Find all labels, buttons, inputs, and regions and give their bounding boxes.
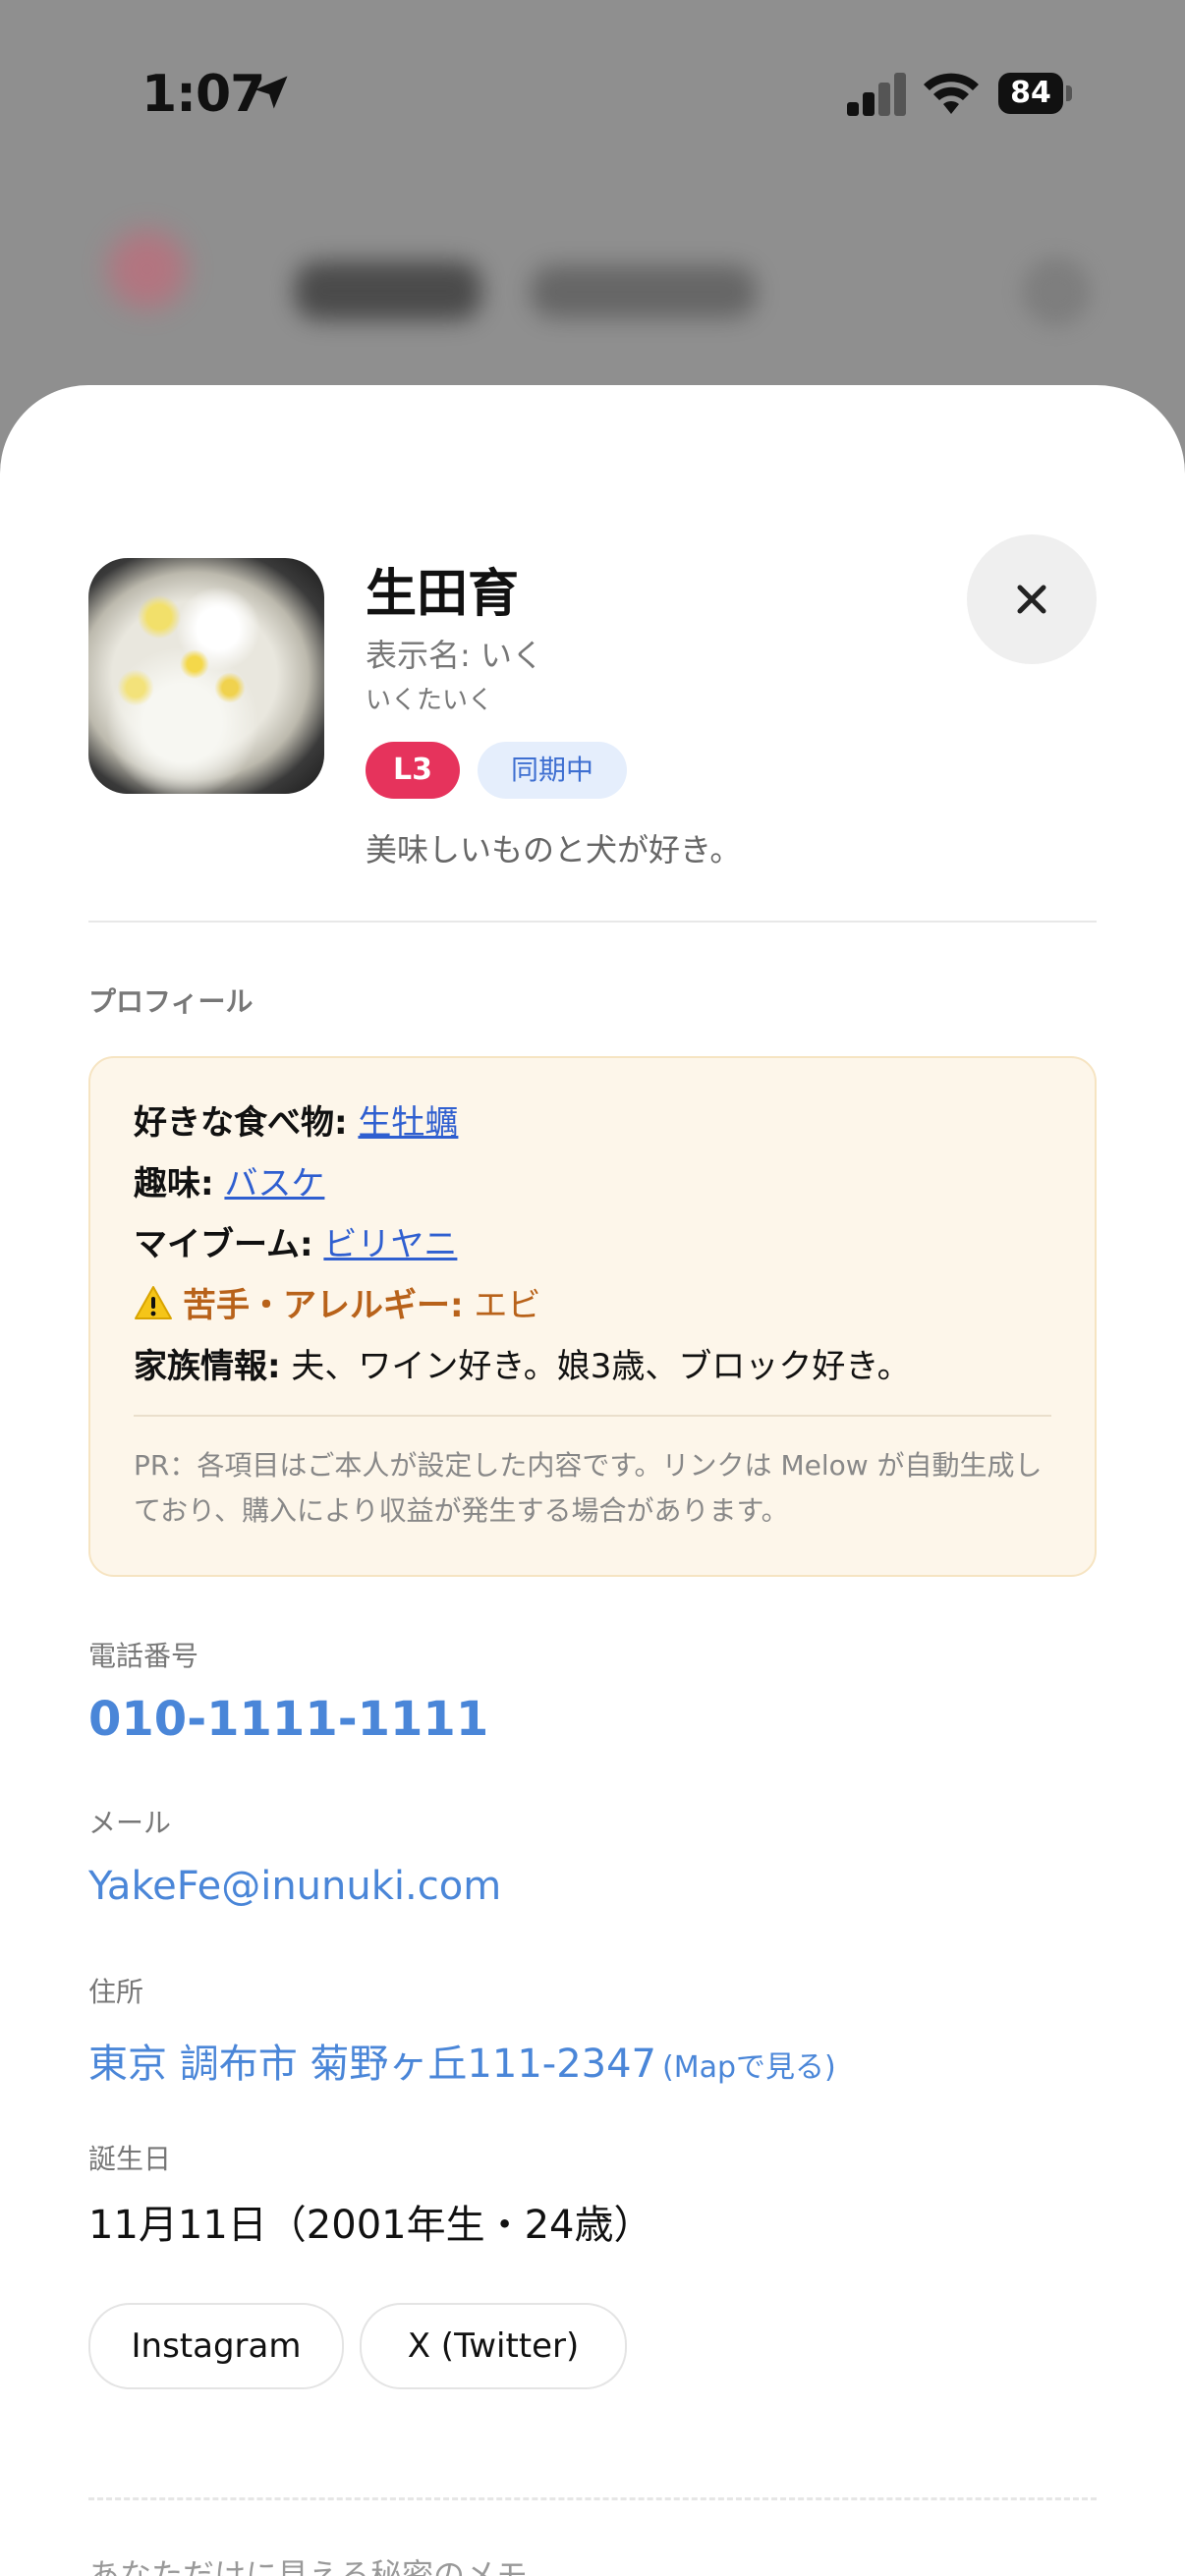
contact-detail-sheet: 生田育 表示名: いく いくたいく L3 同期中 美味しいものと犬が好き。 プロ… (0, 385, 1185, 2576)
my-boom-label: マイブーム: (134, 1225, 313, 1264)
birthday-value: 11月11日（2001年生・24歳） (88, 2203, 653, 2248)
close-button[interactable] (967, 534, 1097, 664)
battery-level: 84 (998, 73, 1063, 114)
secret-memo-title: あなただけに見える秘密のメモ (88, 2556, 529, 2576)
pr-disclaimer: PR：各項目はご本人が設定した内容です。リンクは Melow が自動生成しており… (134, 1449, 1043, 1527)
address-row: 東京 調布市 菊野ヶ丘111-2347 (Mapで見る) (88, 2032, 836, 2089)
card-divider (134, 1415, 1051, 1417)
blurred-background-header (0, 196, 1185, 393)
location-arrow-icon (254, 76, 288, 109)
name-reading: いくたいく (366, 686, 494, 715)
instagram-button[interactable]: Instagram (88, 2303, 344, 2389)
address-label: 住所 (88, 1976, 144, 2008)
status-time: 1:07 (141, 65, 265, 124)
battery-icon: 84 (998, 73, 1073, 114)
address-link[interactable]: 東京 調布市 菊野ヶ丘111-2347 (88, 2042, 656, 2087)
divider (88, 921, 1097, 923)
favorite-food-label: 好きな食べ物: (134, 1103, 348, 1143)
allergy-value: エビ (474, 1286, 541, 1325)
twitter-button[interactable]: X (Twitter) (360, 2303, 627, 2389)
map-link[interactable]: (Mapで見る) (662, 2050, 836, 2085)
status-bar: 1:07 84 (0, 0, 1185, 196)
allergy-row: 苦手・アレルギー: エビ (134, 1278, 540, 1326)
my-boom-row: マイブーム: ビリヤニ (134, 1217, 457, 1265)
favorite-food-row: 好きな食べ物: 生牡蠣 (134, 1095, 458, 1144)
hobby-link[interactable]: バスケ (224, 1164, 324, 1204)
wifi-icon (924, 73, 979, 114)
dashed-divider (88, 2497, 1097, 2500)
email-link[interactable]: YakeFe@inunuki.com (88, 1864, 501, 1909)
cellular-signal-icon (847, 73, 906, 116)
favorite-food-link[interactable]: 生牡蠣 (358, 1103, 458, 1143)
sync-status-badge: 同期中 (478, 742, 627, 799)
profile-section-title: プロフィール (88, 985, 254, 1018)
hobby-label: 趣味: (134, 1164, 214, 1204)
phone-link[interactable]: 010-1111-1111 (88, 1692, 488, 1747)
hobby-row: 趣味: バスケ (134, 1156, 324, 1204)
family-info-row: 家族情報: 夫、ワイン好き。娘3歳、ブロック好き。 (134, 1339, 911, 1387)
family-info-value: 夫、ワイン好き。娘3歳、ブロック好き。 (291, 1347, 911, 1386)
email-label: メール (88, 1807, 172, 1839)
bio-text: 美味しいものと犬が好き。 (366, 831, 742, 868)
contact-name: 生田育 (366, 565, 520, 624)
my-boom-link[interactable]: ビリヤニ (323, 1225, 457, 1264)
family-info-label: 家族情報: (134, 1347, 281, 1386)
level-badge: L3 (366, 742, 460, 799)
allergy-label: 苦手・アレルギー: (183, 1286, 464, 1325)
warning-icon (135, 1286, 172, 1319)
avatar (88, 558, 324, 794)
phone-label: 電話番号 (88, 1640, 199, 1672)
close-icon (1017, 585, 1046, 614)
birthday-label: 誕生日 (88, 2143, 172, 2175)
profile-card: 好きな食べ物: 生牡蠣 趣味: バスケ マイブーム: ビリヤニ 苦手・アレルギー… (88, 1056, 1097, 1577)
display-name: 表示名: いく (366, 637, 543, 674)
